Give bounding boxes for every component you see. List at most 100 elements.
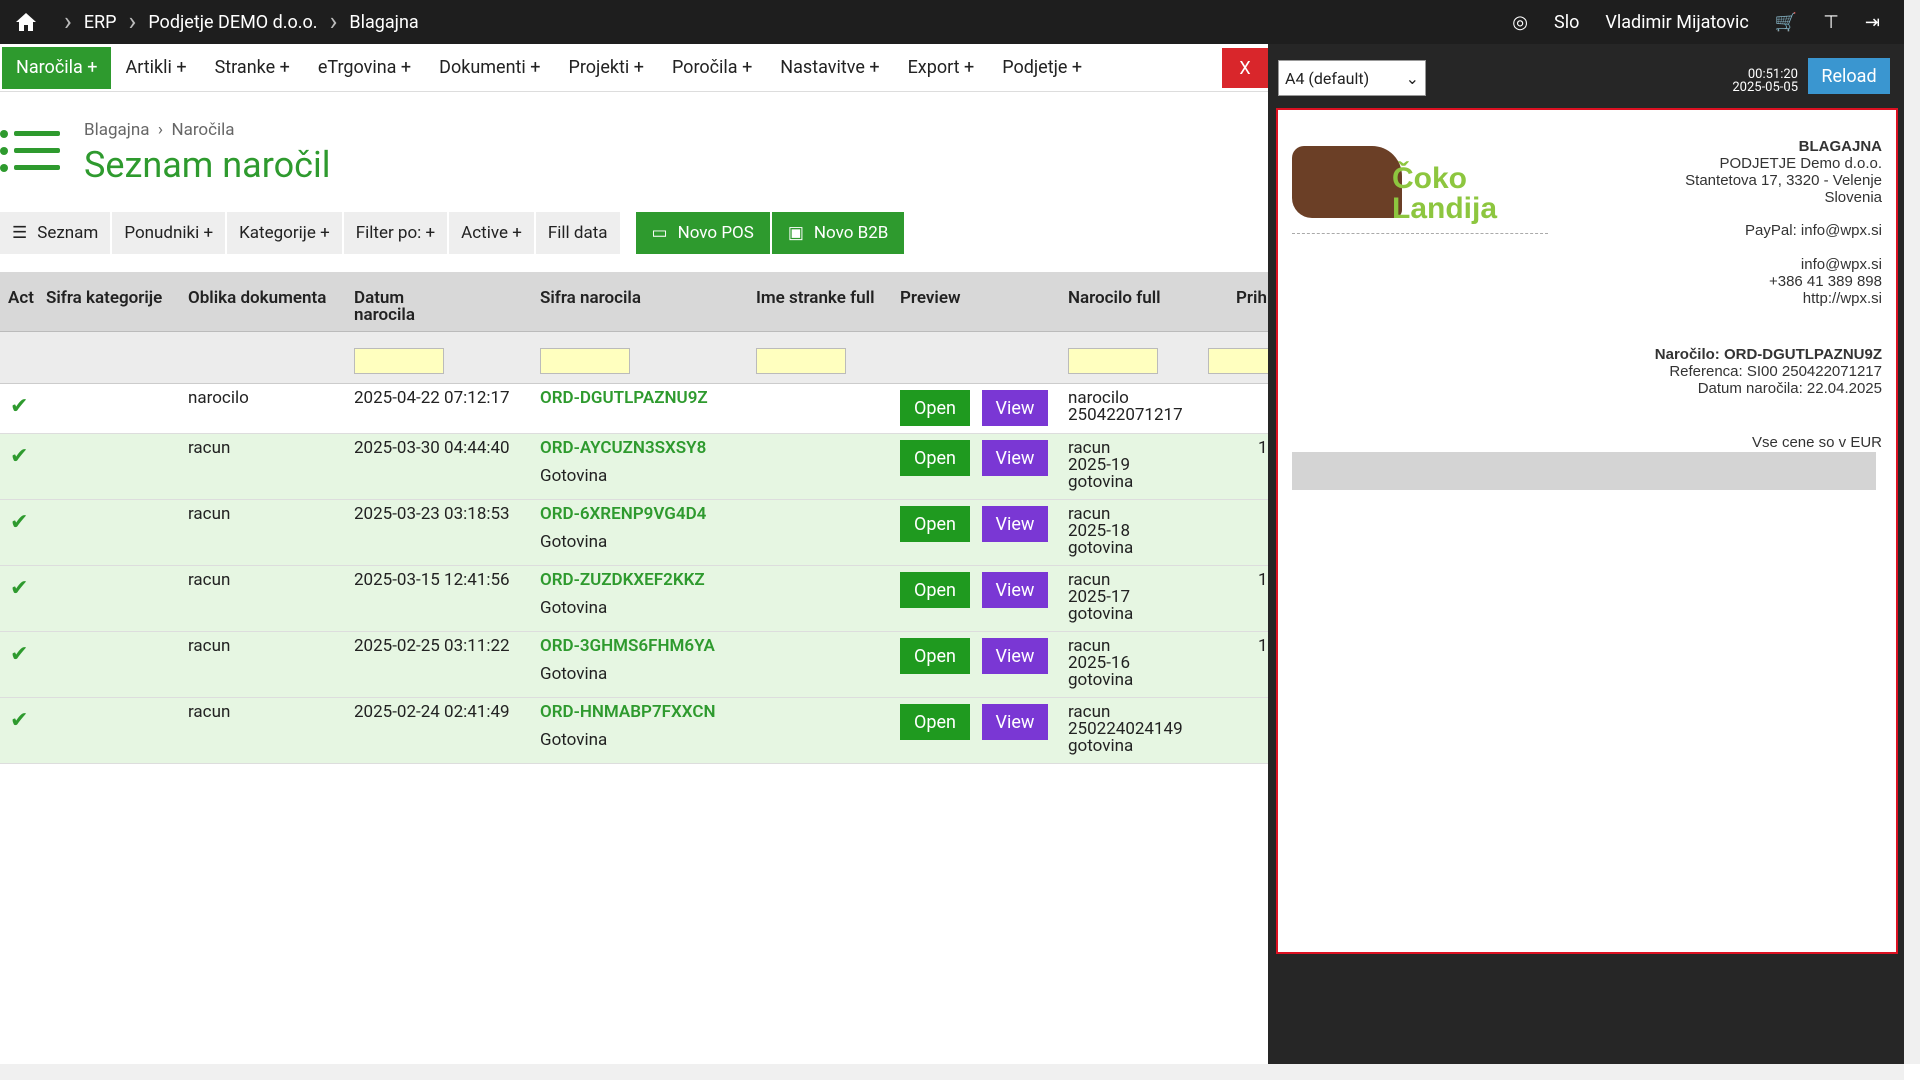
crumb-narocila-sub[interactable]: Naročila <box>171 120 234 140</box>
cell-sifra-link[interactable]: ORD-ZUZDKXEF2KKZ <box>540 572 705 589</box>
cell-datum: 2025-03-30 04:44:40 <box>354 438 510 458</box>
menu-dokumenti[interactable]: Dokumenti + <box>425 47 554 89</box>
col-oblika[interactable]: Oblika dokumenta <box>188 290 326 307</box>
col-preview[interactable]: Preview <box>900 290 961 307</box>
active-button[interactable]: Active + <box>449 212 534 254</box>
cell-full-3: gotovina <box>1068 538 1134 558</box>
fill-data-button[interactable]: Fill data <box>535 212 620 254</box>
toolbar: ☰ Seznam Ponudniki + Kategorije + Filter … <box>0 212 906 254</box>
chevron-right-icon: › <box>64 7 72 37</box>
table-row[interactable]: ✔ racun 2025-03-15 12:41:56 ORD-ZUZDKXEF… <box>0 566 1268 632</box>
doc-date: Datum naročila: 22.04.2025 <box>1697 380 1882 397</box>
horizontal-scrollbar[interactable] <box>0 1064 1904 1080</box>
vertical-scrollbar[interactable] <box>1904 0 1920 1064</box>
cell-oblika: racun <box>188 438 231 458</box>
seznam-button[interactable]: ☰ Seznam <box>0 212 111 254</box>
open-button[interactable]: Open <box>900 572 970 608</box>
menu-icon: ☰ <box>12 223 28 243</box>
col-datum[interactable]: Datum narocila <box>354 290 415 324</box>
language-label[interactable]: Slo <box>1554 12 1579 33</box>
cell-sifra-link[interactable]: ORD-DGUTLPAZNU9Z <box>540 390 708 407</box>
sitemap-icon[interactable]: ⊤ <box>1823 12 1839 33</box>
open-button[interactable]: Open <box>900 506 970 542</box>
open-button[interactable]: Open <box>900 638 970 674</box>
crumb-blagajna-sub[interactable]: Blagajna <box>84 120 149 140</box>
menu-stranke[interactable]: Stranke + <box>201 47 304 89</box>
cell-status: Gotovina <box>540 532 608 552</box>
table-row[interactable]: ✔ racun 2025-03-23 03:18:53 ORD-6XRENP9V… <box>0 500 1268 566</box>
view-button[interactable]: View <box>982 440 1048 476</box>
cell-full-3: gotovina <box>1068 670 1134 690</box>
doc-ref: Referenca: SI00 250422071217 <box>1669 363 1882 380</box>
check-icon: ✔ <box>10 444 29 469</box>
money-icon: ▣ <box>787 223 804 243</box>
ime-filter-input[interactable] <box>756 348 846 374</box>
col-ime-stranke[interactable]: Ime stranke full <box>756 290 874 307</box>
prih-filter-input[interactable] <box>1208 348 1268 374</box>
novo-pos-label: Novo POS <box>677 223 754 243</box>
open-button[interactable]: Open <box>900 440 970 476</box>
menu-projekti[interactable]: Projekti + <box>554 47 657 89</box>
open-button[interactable]: Open <box>900 704 970 740</box>
ponudniki-button[interactable]: Ponudniki + <box>112 212 226 254</box>
col-prih[interactable]: Prih <box>1236 290 1267 307</box>
col-act[interactable]: Act <box>8 290 34 307</box>
novo-b2b-button[interactable]: ▣ Novo B2B <box>771 212 905 254</box>
narocilo-filter-input[interactable] <box>1068 348 1158 374</box>
cell-full-3: gotovina <box>1068 736 1134 756</box>
cell-sifra-link[interactable]: ORD-AYCUZN3SXSY8 <box>540 440 706 457</box>
cell-prih: 1 <box>1258 636 1268 656</box>
user-name[interactable]: Vladimir Mijatovic <box>1605 12 1748 33</box>
col-sifra-kategorije[interactable]: Sifra kategorije <box>46 290 162 307</box>
cell-datum: 2025-04-22 07:12:17 <box>354 388 510 408</box>
open-button[interactable]: Open <box>900 390 970 426</box>
filter-row <box>0 332 1268 384</box>
menu-narocila[interactable]: Naročila + <box>2 46 112 89</box>
novo-pos-button[interactable]: ▭ Novo POS <box>635 212 770 254</box>
crumb-erp[interactable]: ERP <box>84 12 117 33</box>
exit-icon[interactable]: ⇥ <box>1865 12 1880 33</box>
sifra-filter-input[interactable] <box>540 348 630 374</box>
menu-export[interactable]: Export + <box>894 47 989 89</box>
format-select[interactable]: A4 (default) ⌄ <box>1278 60 1426 96</box>
cell-sifra-link[interactable]: ORD-HNMABP7FXXCN <box>540 704 716 721</box>
menu-etrgovina[interactable]: eTrgovina + <box>304 47 425 89</box>
top-bar: › ERP › Podjetje DEMO d.o.o. › Blagajna … <box>0 0 1920 44</box>
datum-filter-input[interactable] <box>354 348 444 374</box>
reload-button[interactable]: Reload <box>1808 58 1890 94</box>
logo-text: Čoko Landija <box>1392 162 1498 225</box>
doc-company: PODJETJE Demo d.o.o. <box>1719 155 1882 172</box>
view-button[interactable]: View <box>982 638 1048 674</box>
col-narocilo-full[interactable]: Narocilo full <box>1068 290 1161 307</box>
view-button[interactable]: View <box>982 572 1048 608</box>
main-menu: Naročila + Artikli + Stranke + eTrgovina… <box>0 44 1270 92</box>
doc-phone: +386 41 389 898 <box>1768 273 1882 290</box>
home-icon[interactable] <box>0 12 52 32</box>
table-row[interactable]: ✔ racun 2025-02-25 03:11:22 ORD-3GHMS6FH… <box>0 632 1268 698</box>
menu-artikli[interactable]: Artikli + <box>111 47 200 89</box>
view-button[interactable]: View <box>982 704 1048 740</box>
cell-sifra-link[interactable]: ORD-3GHMS6FHM6YA <box>540 638 715 655</box>
crumb-company[interactable]: Podjetje DEMO d.o.o. <box>148 12 317 33</box>
menu-podjetje[interactable]: Podjetje + <box>988 47 1096 89</box>
table-row[interactable]: ✔ racun 2025-02-24 02:41:49 ORD-HNMABP7F… <box>0 698 1268 764</box>
cell-full-2: 250422071217 <box>1068 405 1183 425</box>
cell-oblika: narocilo <box>188 388 249 408</box>
filter-button[interactable]: Filter po: + <box>343 212 448 254</box>
language-icon[interactable]: ◎ <box>1512 12 1528 33</box>
cell-status: Gotovina <box>540 466 608 486</box>
cell-datum: 2025-03-23 03:18:53 <box>354 504 510 524</box>
cell-sifra-link[interactable]: ORD-6XRENP9VG4D4 <box>540 506 706 523</box>
close-button[interactable]: X <box>1222 48 1268 88</box>
crumb-blagajna[interactable]: Blagajna <box>349 12 418 33</box>
view-button[interactable]: View <box>982 390 1048 426</box>
col-sifra-narocila[interactable]: Sifra narocila <box>540 290 641 307</box>
kategorije-button[interactable]: Kategorije + <box>227 212 342 254</box>
cell-oblika: racun <box>188 504 231 524</box>
view-button[interactable]: View <box>982 506 1048 542</box>
menu-nastavitve[interactable]: Nastavitve + <box>766 47 893 89</box>
cart-icon[interactable]: 🛒 <box>1775 12 1797 33</box>
menu-porocila[interactable]: Poročila + <box>658 47 766 89</box>
table-row[interactable]: ✔ narocilo 2025-04-22 07:12:17 ORD-DGUTL… <box>0 384 1268 434</box>
table-row[interactable]: ✔ racun 2025-03-30 04:44:40 ORD-AYCUZN3S… <box>0 434 1268 500</box>
